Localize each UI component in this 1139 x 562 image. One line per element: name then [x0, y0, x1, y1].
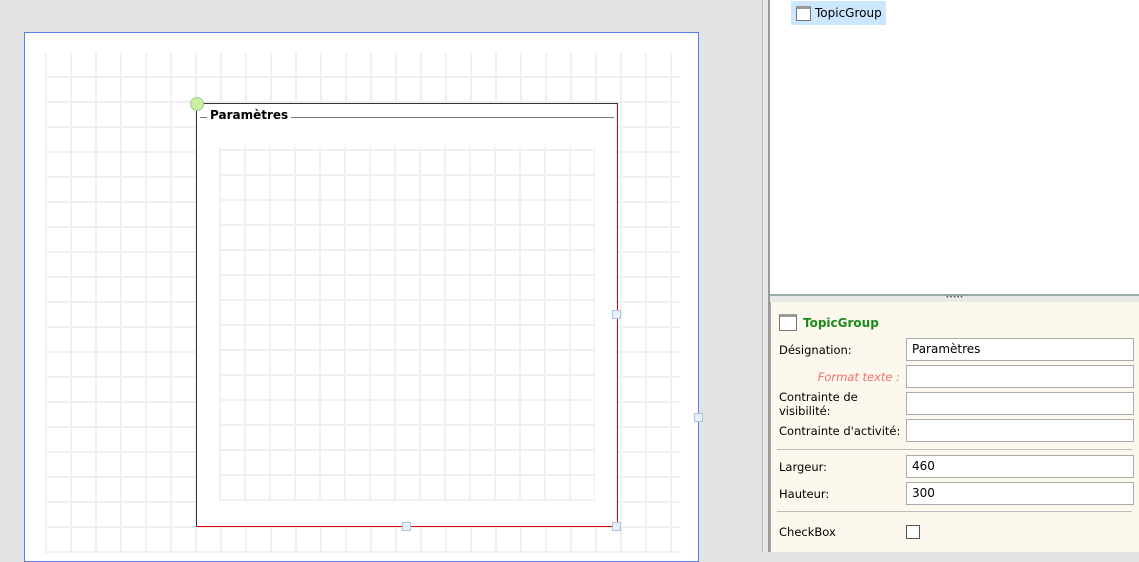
- topic-group-box[interactable]: Paramètres: [190, 97, 621, 531]
- tree-item-label: TopicGroup: [815, 6, 882, 20]
- resize-handle-corner[interactable]: [612, 522, 621, 531]
- divider: [777, 511, 1132, 512]
- activity-label: Contrainte d'activité:: [779, 423, 901, 438]
- panel-separator[interactable]: [762, 0, 770, 552]
- window-icon: [779, 314, 797, 331]
- group-title: Paramètres: [207, 108, 292, 122]
- tree-item-topicgroup[interactable]: TopicGroup: [791, 1, 886, 25]
- properties-title-text: TopicGroup: [803, 315, 879, 330]
- design-canvas[interactable]: Paramètres: [0, 0, 762, 562]
- format-label: Format texte :: [817, 369, 900, 384]
- design-page[interactable]: Paramètres: [24, 32, 703, 562]
- properties-panel: TopicGroup Désignation: Paramètres Format…: [770, 302, 1139, 552]
- visibility-input[interactable]: [906, 392, 1134, 415]
- page-resize-handle[interactable]: [694, 413, 703, 422]
- resize-handle-right[interactable]: [612, 310, 621, 319]
- activity-input[interactable]: [906, 419, 1134, 442]
- designation-input[interactable]: Paramètres: [906, 338, 1134, 361]
- properties-title: TopicGroup: [779, 314, 879, 331]
- group-grid: [219, 147, 595, 501]
- tree-panel: TopicGroup: [770, 0, 1139, 296]
- checkbox[interactable]: [906, 524, 920, 539]
- resize-handle-bottom[interactable]: [402, 522, 411, 531]
- divider: [777, 449, 1132, 450]
- height-label: Hauteur:: [779, 486, 830, 501]
- visibility-label: Contrainte de visibilité:: [779, 389, 858, 418]
- window-icon: [796, 5, 811, 21]
- designation-label: Désignation:: [779, 342, 852, 357]
- width-label: Largeur:: [779, 459, 828, 474]
- height-input[interactable]: 300: [906, 482, 1134, 505]
- format-input[interactable]: [906, 365, 1134, 388]
- checkbox-label: CheckBox: [779, 524, 836, 539]
- width-input[interactable]: 460: [906, 455, 1134, 478]
- anchor-handle[interactable]: [190, 97, 204, 111]
